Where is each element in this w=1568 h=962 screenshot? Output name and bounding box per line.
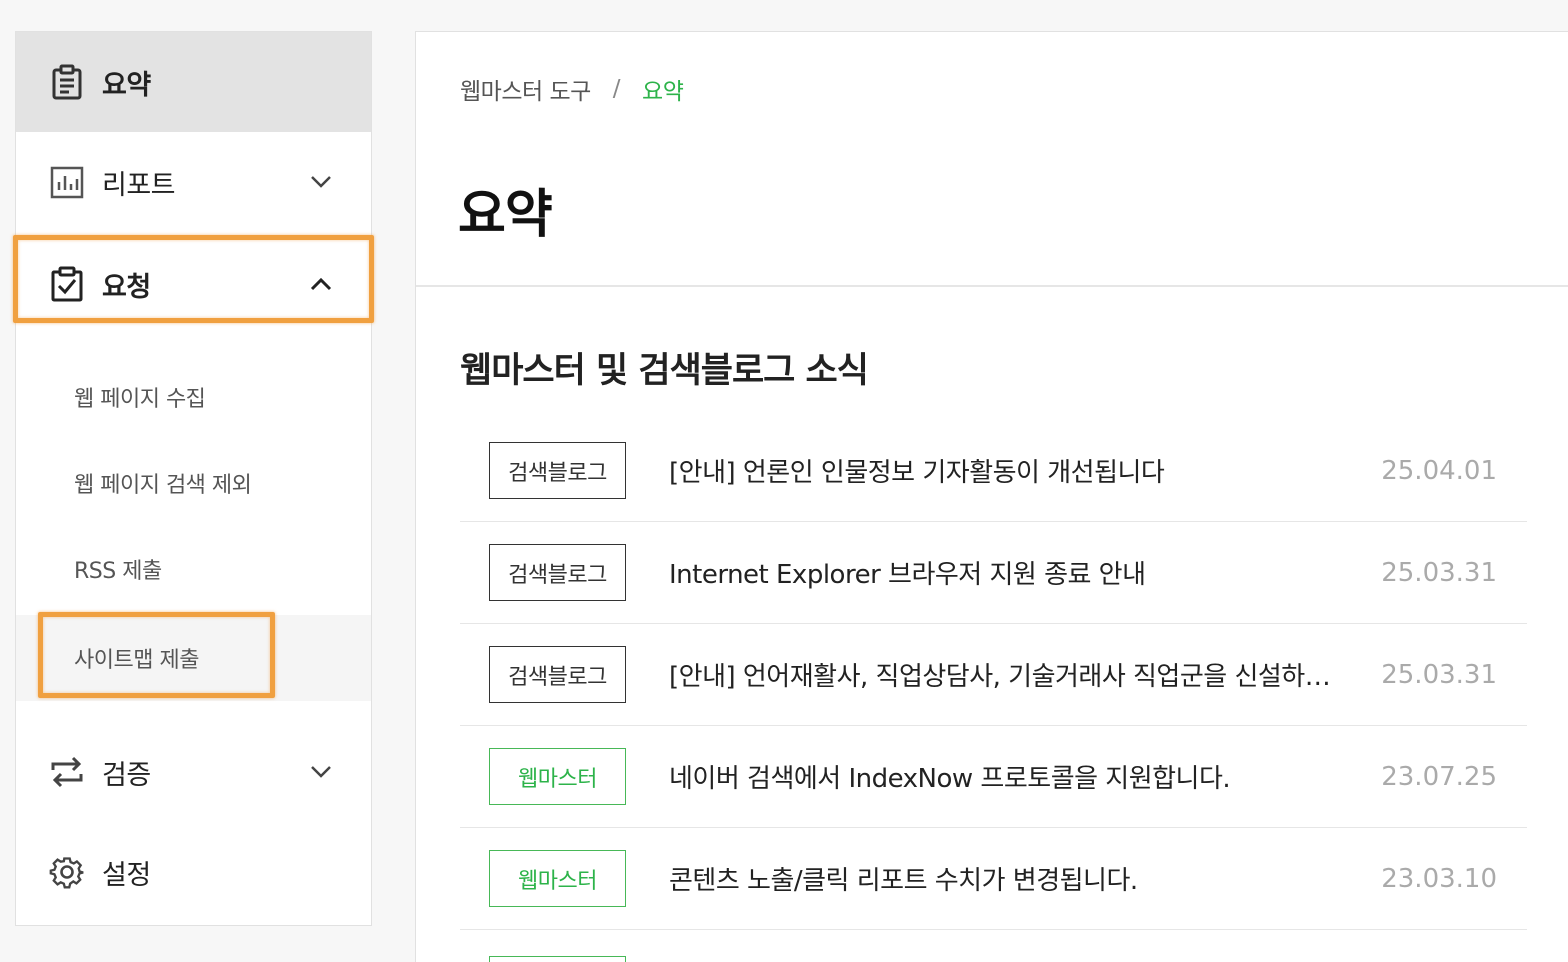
news-item[interactable]: 웹마스터 네이버 검색에서 IndexNow 프로토콜을 지원합니다. 23.0… — [460, 726, 1527, 828]
news-item[interactable]: 검색블로그 [안내] 언론인 인물정보 기자활동이 개선됩니다 25.04.01 — [460, 420, 1527, 522]
sidebar-subitem-web-page-exclude[interactable]: 웹 페이지 검색 제외 — [16, 440, 371, 526]
news-tag — [489, 956, 626, 962]
news-date: 25.04.01 — [1381, 455, 1497, 486]
chevron-down-icon — [309, 170, 333, 194]
news-date: 23.07.25 — [1381, 761, 1497, 792]
sidebar-subitem-label: 사이트맵 제출 — [74, 648, 199, 673]
news-tag: 검색블로그 — [489, 646, 626, 703]
sidebar-item-label: 설정 — [102, 859, 151, 891]
news-tag: 검색블로그 — [489, 442, 626, 499]
sidebar-subitem-label: 웹 페이지 수집 — [74, 387, 206, 412]
breadcrumb: 웹마스터 도구 / 요약 — [460, 72, 684, 106]
news-section-title: 웹마스터 및 검색블로그 소식 — [460, 351, 869, 391]
news-title[interactable]: [안내] 언론인 인물정보 기자활동이 개선됩니다 — [669, 452, 1349, 489]
news-date: 23.03.10 — [1381, 863, 1497, 894]
sidebar-item-label: 검증 — [102, 759, 151, 791]
clipboard-check-icon — [49, 266, 85, 302]
sidebar-subitem-label: 웹 페이지 검색 제외 — [74, 473, 252, 498]
breadcrumb-root[interactable]: 웹마스터 도구 — [460, 72, 591, 106]
news-tag: 검색블로그 — [489, 544, 626, 601]
sidebar-item-summary[interactable]: 요약 — [16, 32, 371, 132]
news-item-partial — [460, 930, 1527, 962]
breadcrumb-separator: / — [612, 76, 621, 102]
news-tag: 웹마스터 — [489, 748, 626, 805]
news-tag: 웹마스터 — [489, 850, 626, 907]
news-title[interactable]: 네이버 검색에서 IndexNow 프로토콜을 지원합니다. — [669, 758, 1349, 795]
page-title: 요약 — [458, 185, 553, 245]
news-item[interactable]: 웹마스터 콘텐츠 노출/클릭 리포트 수치가 변경됩니다. 23.03.10 — [460, 828, 1527, 930]
chevron-up-icon — [309, 272, 333, 296]
bar-chart-icon — [49, 164, 85, 200]
sidebar: 요약 리포트 요청 웹 페이지 수집 웹 페이지 검색 제외 RSS 제출 사이… — [15, 31, 372, 926]
sidebar-item-verify[interactable]: 검증 — [16, 722, 371, 822]
main-content: 웹마스터 도구 / 요약 요약 웹마스터 및 검색블로그 소식 검색블로그 [안… — [415, 31, 1568, 962]
sync-arrows-icon — [49, 754, 85, 790]
news-list: 검색블로그 [안내] 언론인 인물정보 기자활동이 개선됩니다 25.04.01… — [460, 420, 1527, 962]
sidebar-item-label: 리포트 — [102, 169, 176, 201]
news-title[interactable]: [안내] 언어재활사, 직업상담사, 기술거래사 직업군을 신설하… — [669, 656, 1349, 693]
news-date: 25.03.31 — [1381, 659, 1497, 690]
sidebar-subitem-label: RSS 제출 — [74, 559, 162, 584]
sidebar-item-settings[interactable]: 설정 — [16, 822, 371, 922]
breadcrumb-current: 요약 — [642, 79, 684, 105]
sidebar-subitem-web-page-collect[interactable]: 웹 페이지 수집 — [16, 354, 371, 440]
news-item[interactable]: 검색블로그 [안내] 언어재활사, 직업상담사, 기술거래사 직업군을 신설하…… — [460, 624, 1527, 726]
news-item[interactable]: 검색블로그 Internet Explorer 브라우저 지원 종료 안내 25… — [460, 522, 1527, 624]
news-date: 25.03.31 — [1381, 557, 1497, 588]
divider — [416, 285, 1568, 287]
sidebar-item-label: 요청 — [102, 271, 151, 303]
news-title[interactable]: Internet Explorer 브라우저 지원 종료 안내 — [669, 554, 1349, 591]
news-title[interactable]: 콘텐츠 노출/클릭 리포트 수치가 변경됩니다. — [669, 860, 1349, 897]
chevron-down-icon — [309, 760, 333, 784]
sidebar-subitem-sitemap-submit[interactable]: 사이트맵 제출 — [16, 615, 371, 701]
sidebar-item-label: 요약 — [102, 69, 151, 101]
sidebar-item-request[interactable]: 요청 — [16, 234, 371, 334]
clipboard-icon — [49, 64, 85, 100]
sidebar-item-report[interactable]: 리포트 — [16, 132, 371, 232]
gear-icon — [49, 854, 85, 890]
sidebar-subitem-rss-submit[interactable]: RSS 제출 — [16, 526, 371, 612]
